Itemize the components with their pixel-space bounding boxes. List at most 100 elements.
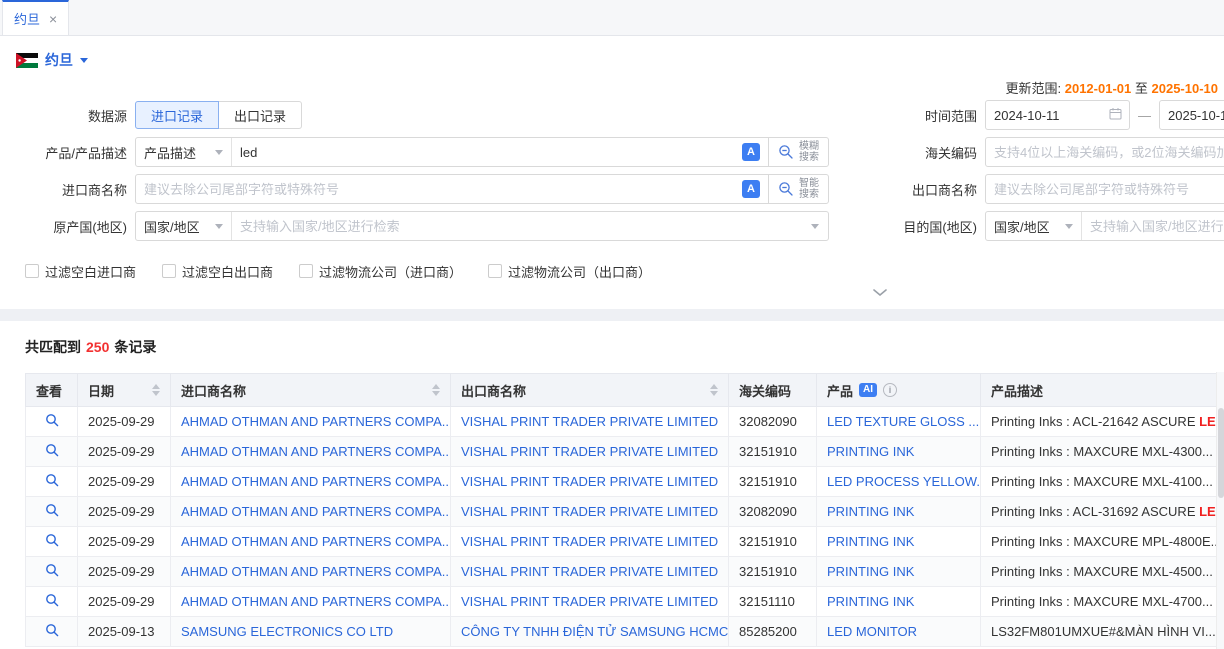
origin-search-group: 国家/地区: [135, 211, 829, 241]
hs-code-input[interactable]: [986, 139, 1224, 165]
exporter-link[interactable]: CÔNG TY TNHH ĐIỆN TỬ SAMSUNG HCMC...: [461, 624, 729, 639]
product-link[interactable]: PRINTING INK: [827, 594, 914, 609]
tab-jordan[interactable]: 约旦 ×: [2, 0, 69, 35]
importer-link[interactable]: SAMSUNG ELECTRONICS CO LTD: [181, 624, 393, 639]
origin-type-select[interactable]: 国家/地区: [136, 212, 232, 240]
update-range-label: 更新范围:: [1005, 81, 1061, 96]
sort-icon[interactable]: [152, 384, 160, 396]
view-detail-icon[interactable]: [45, 623, 59, 637]
product-link[interactable]: LED TEXTURE GLOSS ...: [827, 414, 979, 429]
update-range: 更新范围: 2012-01-01 至 2025-10-10: [0, 78, 1224, 96]
cell-date: 2025-09-29: [78, 437, 171, 467]
cell-hs: 85285200: [729, 617, 817, 647]
smart-magnifier-icon: [778, 181, 794, 197]
section-divider: [0, 309, 1224, 321]
exporter-link[interactable]: VISHAL PRINT TRADER PRIVATE LIMITED: [461, 594, 718, 609]
product-link[interactable]: PRINTING INK: [827, 504, 914, 519]
view-detail-icon[interactable]: [45, 413, 59, 427]
product-link[interactable]: LED MONITOR: [827, 624, 917, 639]
view-detail-icon[interactable]: [45, 473, 59, 487]
update-range-to-word: 至: [1135, 81, 1148, 96]
results-count: 250: [86, 339, 109, 355]
importer-link[interactable]: AHMAD OTHMAN AND PARTNERS COMPA...: [181, 504, 451, 519]
country-name[interactable]: 约旦: [45, 50, 73, 70]
checkbox-filter-blank-importer[interactable]: 过滤空白进口商: [25, 262, 136, 281]
fuzzy-search-label: 模糊搜索: [799, 141, 819, 163]
product-type-select[interactable]: 产品描述: [136, 138, 232, 166]
date-from-field[interactable]: [985, 100, 1130, 130]
importer-link[interactable]: AHMAD OTHMAN AND PARTNERS COMPA...: [181, 534, 451, 549]
info-icon[interactable]: i: [883, 383, 897, 397]
import-records-button[interactable]: 进口记录: [135, 101, 219, 129]
view-detail-icon[interactable]: [45, 563, 59, 577]
exporter-input[interactable]: [986, 176, 1224, 202]
date-to-field[interactable]: [1159, 100, 1224, 130]
exporter-field[interactable]: [985, 174, 1224, 204]
cell-date: 2025-09-29: [78, 587, 171, 617]
date-to-input[interactable]: [1160, 102, 1224, 128]
view-detail-icon[interactable]: [45, 443, 59, 457]
smart-search-toggle[interactable]: 智能搜索: [768, 175, 828, 203]
scrollbar-thumb[interactable]: [1218, 408, 1224, 498]
origin-type-value: 国家/地区: [144, 217, 200, 236]
checkbox-icon[interactable]: [299, 264, 313, 278]
checkbox-filter-logistics-exporter[interactable]: 过滤物流公司（出口商）: [488, 262, 651, 281]
destination-input[interactable]: [1082, 213, 1224, 239]
checkbox-filter-logistics-importer[interactable]: 过滤物流公司（进口商）: [299, 262, 462, 281]
translate-icon[interactable]: A: [742, 180, 760, 198]
product-search-input[interactable]: [232, 139, 742, 165]
results-table: 查看 日期 进口商名称 出口商名称 海关编码 产品 AI: [25, 373, 1217, 647]
table-row: 2025-09-29 AHMAD OTHMAN AND PARTNERS COM…: [26, 497, 1217, 527]
chevron-down-icon[interactable]: [811, 224, 819, 229]
exporter-link[interactable]: VISHAL PRINT TRADER PRIVATE LIMITED: [461, 444, 718, 459]
sort-icon[interactable]: [710, 384, 718, 396]
origin-input[interactable]: [232, 213, 811, 239]
importer-link[interactable]: AHMAD OTHMAN AND PARTNERS COMPA...: [181, 474, 451, 489]
checkbox-filter-blank-exporter[interactable]: 过滤空白出口商: [162, 262, 273, 281]
checkbox-icon[interactable]: [25, 264, 39, 278]
export-records-button[interactable]: 出口记录: [219, 101, 302, 129]
product-link[interactable]: PRINTING INK: [827, 534, 914, 549]
destination-type-select[interactable]: 国家/地区: [986, 212, 1082, 240]
data-source-toggle: 进口记录 出口记录: [135, 101, 302, 129]
form-row-origin: 原产国(地区) 国家/地区 目的国(地区) 国家/地区: [0, 211, 1224, 241]
hs-code-field[interactable]: [985, 137, 1224, 167]
importer-link[interactable]: AHMAD OTHMAN AND PARTNERS COMPA...: [181, 444, 451, 459]
view-detail-icon[interactable]: [45, 533, 59, 547]
product-link[interactable]: PRINTING INK: [827, 564, 914, 579]
date-from-input[interactable]: [986, 102, 1109, 128]
destination-group: 目的国(地区) 国家/地区: [885, 211, 1224, 241]
fuzzy-magnifier-icon: [778, 144, 794, 160]
importer-link[interactable]: AHMAD OTHMAN AND PARTNERS COMPA...: [181, 564, 451, 579]
calendar-icon[interactable]: [1109, 107, 1122, 123]
translate-icon[interactable]: A: [742, 143, 760, 161]
product-link[interactable]: LED PROCESS YELLOW...: [827, 474, 981, 489]
close-icon[interactable]: ×: [49, 12, 57, 26]
vertical-scrollbar[interactable]: [1216, 372, 1224, 649]
exporter-link[interactable]: VISHAL PRINT TRADER PRIVATE LIMITED: [461, 534, 718, 549]
fuzzy-search-toggle[interactable]: 模糊搜索: [768, 138, 828, 166]
exporter-link[interactable]: VISHAL PRINT TRADER PRIVATE LIMITED: [461, 474, 718, 489]
exporter-link[interactable]: VISHAL PRINT TRADER PRIVATE LIMITED: [461, 414, 718, 429]
checkbox-icon[interactable]: [162, 264, 176, 278]
sort-icon[interactable]: [432, 384, 440, 396]
exporter-link[interactable]: VISHAL PRINT TRADER PRIVATE LIMITED: [461, 564, 718, 579]
importer-link[interactable]: AHMAD OTHMAN AND PARTNERS COMPA...: [181, 594, 451, 609]
collapse-panel-button[interactable]: [856, 284, 904, 300]
cell-desc: Printing Inks : MAXCURE MXL-4700...: [981, 587, 1217, 617]
importer-link[interactable]: AHMAD OTHMAN AND PARTNERS COMPA...: [181, 414, 451, 429]
checkbox-label: 过滤空白进口商: [45, 262, 136, 281]
chevron-down-icon: [873, 289, 887, 296]
chevron-down-icon: [1065, 224, 1073, 229]
chevron-down-icon[interactable]: [80, 58, 88, 63]
product-link[interactable]: PRINTING INK: [827, 444, 914, 459]
checkbox-icon[interactable]: [488, 264, 502, 278]
cell-hs: 32082090: [729, 407, 817, 437]
exporter-link[interactable]: VISHAL PRINT TRADER PRIVATE LIMITED: [461, 504, 718, 519]
hs-code-label: 海关编码: [885, 143, 985, 162]
header-date: 日期: [78, 374, 171, 407]
date-range-separator: —: [1138, 108, 1151, 123]
importer-input[interactable]: [136, 176, 742, 202]
view-detail-icon[interactable]: [45, 593, 59, 607]
view-detail-icon[interactable]: [45, 503, 59, 517]
